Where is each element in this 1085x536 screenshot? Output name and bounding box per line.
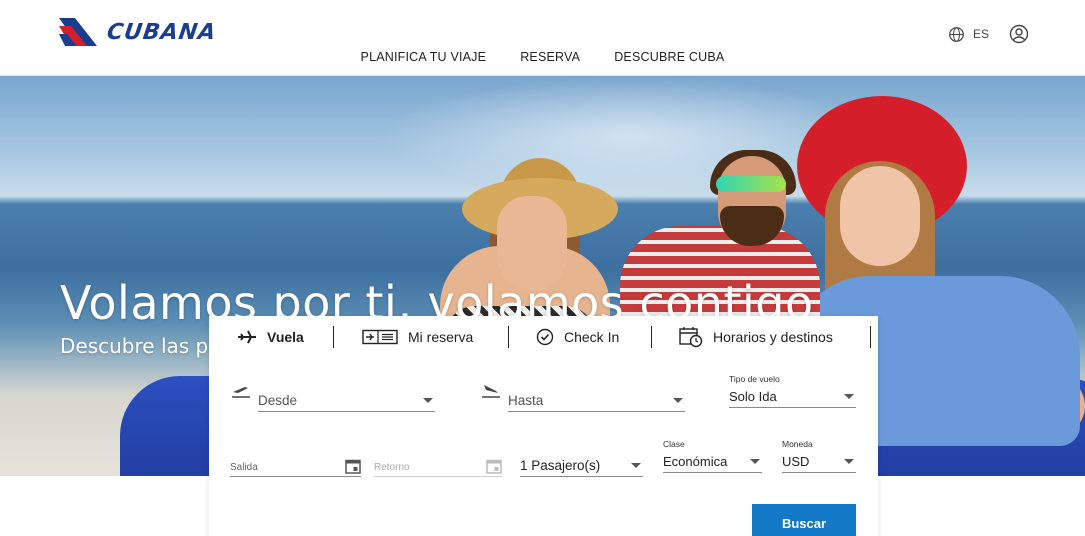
ticket-icon [362, 329, 398, 345]
destination-field[interactable]: Hasta [508, 378, 685, 412]
search-button[interactable]: Buscar [752, 504, 856, 536]
nav-planifica-tu-viaje[interactable]: PLANIFICA TU VIAJE [361, 50, 487, 64]
passengers-label [520, 443, 643, 455]
booking-tabs: Vuela Mi reserva Check In Horarios y des… [209, 316, 878, 358]
departure-date-placeholder: Salida [230, 462, 258, 473]
departure-date-label [230, 443, 361, 455]
cubana-wing-icon [59, 18, 97, 46]
calendar-icon[interactable] [345, 458, 361, 474]
departure-plane-icon [232, 387, 250, 398]
cubana-logo[interactable]: CUBANA [57, 16, 219, 48]
origin-label [258, 378, 435, 390]
trip-type-label: Tipo de vuelo [729, 374, 780, 384]
currency-field[interactable]: Moneda USD [782, 439, 856, 473]
return-date-label [374, 443, 502, 455]
origin-caret-icon [423, 398, 433, 403]
arrival-plane-icon [482, 385, 500, 398]
cabin-select[interactable]: Económica [663, 451, 762, 473]
departure-date-field[interactable]: Salida [230, 443, 361, 477]
logo-wordmark: CUBANA [105, 19, 219, 45]
tab-horarios-destinos[interactable]: Horarios y destinos [679, 326, 833, 348]
passengers-select[interactable]: 1 Pasajero(s) [520, 455, 643, 477]
header-actions: ES [948, 24, 1029, 44]
cabin-value: Económica [663, 454, 728, 469]
calendar-icon[interactable] [486, 458, 502, 474]
currency-caret-icon [844, 459, 854, 464]
booking-panel: Vuela Mi reserva Check In Horarios y des… [209, 316, 878, 536]
hero-woman-face [840, 166, 920, 266]
cabin-label: Clase [663, 439, 685, 449]
origin-select[interactable]: Desde [258, 390, 435, 412]
globe-icon [949, 26, 964, 42]
trip-type-value: Solo Ida [729, 389, 777, 404]
nav-descubre-cuba[interactable]: DESCUBRE CUBA [614, 50, 724, 64]
currency-select[interactable]: USD [782, 451, 856, 473]
language-selector[interactable]: ES [948, 26, 989, 43]
trip-type-field[interactable]: Tipo de vuelo Solo Ida [729, 374, 856, 408]
return-date-placeholder: Retorno [374, 462, 410, 473]
departure-date-input[interactable]: Salida [230, 455, 361, 477]
check-circle-icon [536, 328, 554, 346]
passengers-caret-icon [631, 463, 641, 468]
tab-vuela-label: Vuela [267, 329, 304, 345]
user-icon[interactable] [1009, 24, 1029, 44]
tab-horarios-label: Horarios y destinos [713, 329, 833, 345]
cabin-caret-icon [750, 459, 760, 464]
origin-placeholder: Desde [258, 393, 298, 408]
tab-check-in-label: Check In [564, 329, 620, 345]
tab-divider [333, 326, 334, 348]
return-date-input[interactable]: Retorno [374, 455, 502, 477]
currency-value: USD [782, 454, 810, 469]
passengers-field[interactable]: 1 Pasajero(s) [520, 443, 643, 477]
site-header: CUBANA PLANIFICA TU VIAJE RESERVA DESCUB… [0, 0, 1085, 76]
destination-caret-icon [673, 398, 683, 403]
destination-label [508, 378, 685, 390]
trip-type-select[interactable]: Solo Ida [729, 386, 856, 408]
language-code: ES [973, 27, 990, 41]
tab-divider [870, 326, 871, 348]
tab-divider [508, 326, 509, 348]
cabin-field[interactable]: Clase Económica [663, 439, 762, 473]
return-date-field[interactable]: Retorno [374, 443, 502, 477]
tab-vuela[interactable]: Vuela [237, 326, 304, 348]
nav-reserva[interactable]: RESERVA [520, 50, 580, 64]
tab-divider [651, 326, 652, 348]
destination-select[interactable]: Hasta [508, 390, 685, 412]
origin-field[interactable]: Desde [258, 378, 435, 412]
tab-check-in[interactable]: Check In [536, 326, 619, 348]
hero-sunglasses [716, 176, 786, 192]
destination-placeholder: Hasta [508, 393, 544, 408]
main-nav: PLANIFICA TU VIAJE RESERVA DESCUBRE CUBA [0, 50, 1085, 64]
calendar-clock-icon [679, 327, 703, 348]
tab-mi-reserva[interactable]: Mi reserva [362, 326, 473, 348]
currency-label: Moneda [782, 439, 813, 449]
plane-icon [238, 330, 256, 344]
trip-type-caret-icon [844, 394, 854, 399]
passengers-value: 1 Pasajero(s) [520, 458, 601, 473]
tab-mi-reserva-label: Mi reserva [408, 329, 474, 345]
